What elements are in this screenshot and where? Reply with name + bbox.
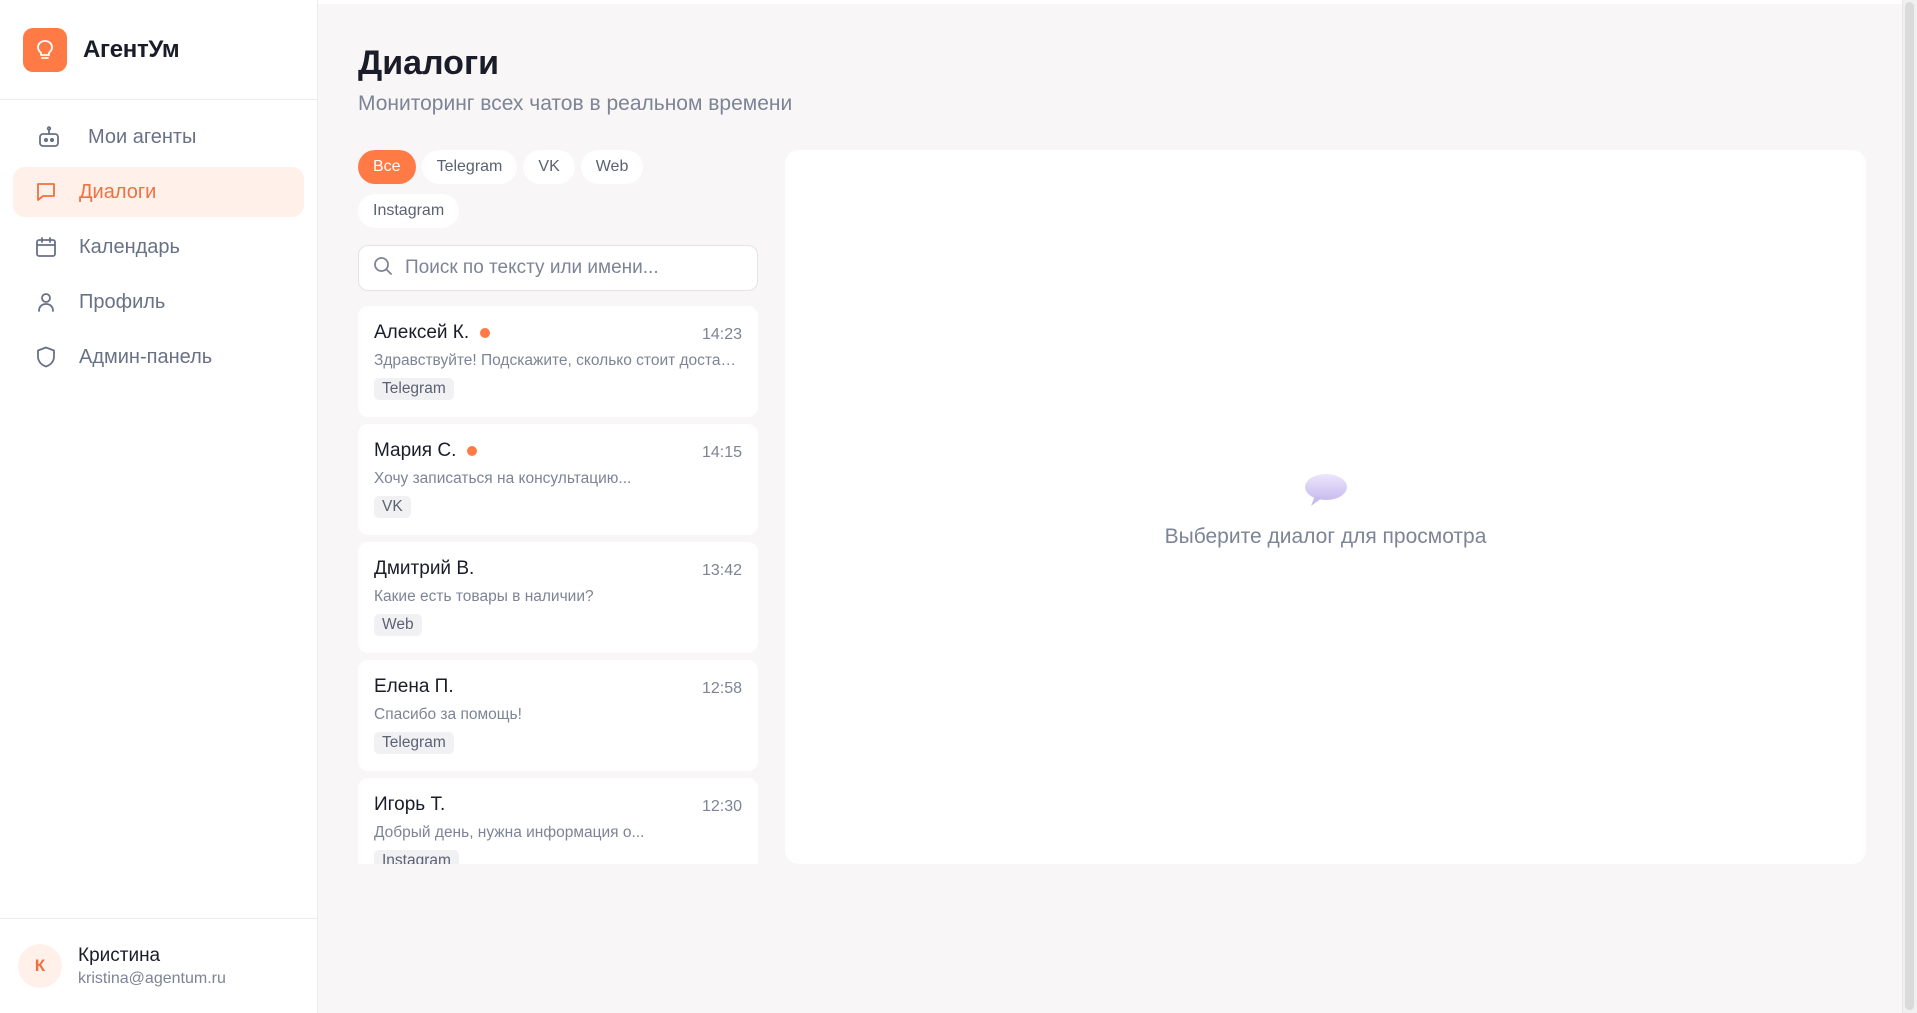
sidebar: АгентУм Мои агенты Диалоги Календарь Про… (0, 0, 318, 1013)
sidebar-item-label: Диалоги (79, 180, 157, 203)
channel-badge: Telegram (374, 732, 454, 754)
dialog-name: Алексей К. (374, 322, 470, 343)
dialog-time: 12:30 (701, 798, 742, 815)
dialog-name: Мария С. (374, 440, 457, 461)
dialog-item[interactable]: Мария С. 14:15 Хочу записаться на консул… (358, 424, 758, 535)
sidebar-nav: Мои агенты Диалоги Календарь Профиль Адм… (0, 100, 317, 399)
empty-state: Выберите диалог для просмотра (785, 470, 1866, 549)
channel-badge: Instagram (374, 850, 459, 864)
channel-badge: VK (374, 496, 411, 518)
filter-instagram[interactable]: Instagram (358, 194, 460, 228)
sidebar-item-profile[interactable]: Профиль (13, 277, 304, 327)
user-info: Кристина kristina@agentum.ru (78, 945, 226, 988)
sidebar-item-label: Профиль (79, 290, 166, 313)
dialog-list: Алексей К. 14:23 Здравствуйте! Подскажит… (358, 306, 758, 864)
sidebar-item-label: Мои агенты (88, 125, 197, 148)
dialog-item[interactable]: Дмитрий В. 13:42 Какие есть товары в нал… (358, 542, 758, 653)
dialog-item[interactable]: Елена П. 12:58 Спасибо за помощь! Telegr… (358, 660, 758, 771)
dialog-name-row: Дмитрий В. (374, 558, 474, 580)
sidebar-item-dialogs[interactable]: Диалоги (13, 167, 304, 217)
dialog-time: 14:15 (701, 444, 742, 461)
channel-filters: Все Telegram VK Web Instagram (358, 150, 758, 238)
user-icon (33, 289, 59, 315)
dialog-item[interactable]: Игорь Т. 12:30 Добрый день, нужна информ… (358, 778, 758, 864)
speech-bubble-icon (1302, 470, 1350, 515)
page-title: Диалоги (358, 44, 500, 82)
dialog-name: Елена П. (374, 676, 454, 697)
dialog-preview: Какие есть товары в наличии? (374, 588, 594, 605)
sidebar-item-calendar[interactable]: Календарь (13, 222, 304, 272)
dialog-name: Игорь Т. (374, 794, 446, 815)
calendar-icon (33, 234, 59, 260)
filter-all[interactable]: Все (358, 150, 416, 184)
dialog-preview: Хочу записаться на консультацию... (374, 470, 632, 487)
shield-icon (33, 344, 59, 370)
dialog-preview: Здравствуйте! Подскажите, сколько стоит … (374, 352, 736, 369)
channel-badge: Telegram (374, 378, 454, 400)
user-card[interactable]: К Кристина kristina@agentum.ru (0, 918, 318, 1013)
brand-name: АгентУм (83, 35, 180, 63)
search-icon (373, 256, 393, 281)
search-box (358, 245, 758, 291)
page-scrollbar[interactable] (1902, 0, 1917, 1013)
sidebar-item-agents[interactable]: Мои агенты (13, 112, 304, 162)
main-content: Диалоги Мониторинг всех чатов в реальном… (319, 0, 1902, 1013)
search-input[interactable] (405, 257, 735, 279)
channel-badge: Web (374, 614, 422, 636)
dialog-name: Дмитрий В. (374, 558, 475, 579)
page-subtitle: Мониторинг всех чатов в реальном времени (358, 92, 793, 115)
dialog-name-row: Мария С. (374, 440, 478, 462)
user-name: Кристина (78, 944, 161, 966)
dialog-preview: Спасибо за помощь! (374, 706, 522, 723)
dialog-time: 13:42 (701, 562, 742, 579)
unread-dot (480, 328, 491, 338)
dialog-time: 12:58 (701, 680, 742, 697)
dialog-viewer: Выберите диалог для просмотра (785, 150, 1866, 864)
dialog-name-row: Елена П. (374, 676, 454, 698)
brand[interactable]: АгентУм (0, 0, 317, 100)
empty-state-text: Выберите диалог для просмотра (1164, 525, 1487, 548)
avatar: К (18, 944, 62, 988)
sidebar-item-label: Календарь (79, 235, 180, 258)
dialog-preview: Добрый день, нужна информация о... (374, 824, 645, 841)
sidebar-item-label: Админ-панель (79, 345, 213, 368)
chat-icon (33, 179, 59, 205)
filter-web[interactable]: Web (580, 150, 644, 184)
user-email: kristina@agentum.ru (78, 969, 226, 987)
filter-vk[interactable]: VK (523, 150, 575, 184)
dialog-name-row: Алексей К. (374, 322, 491, 344)
unread-dot (467, 446, 478, 456)
dialog-name-row: Игорь Т. (374, 794, 445, 816)
sidebar-item-admin[interactable]: Админ-панель (13, 332, 304, 382)
scrollbar-thumb[interactable] (1905, 2, 1914, 1010)
dialog-item[interactable]: Алексей К. 14:23 Здравствуйте! Подскажит… (358, 306, 758, 417)
filter-telegram[interactable]: Telegram (421, 150, 518, 184)
dialog-time: 14:23 (701, 326, 742, 343)
lightbulb-icon (23, 27, 67, 72)
robot-icon (36, 124, 62, 150)
